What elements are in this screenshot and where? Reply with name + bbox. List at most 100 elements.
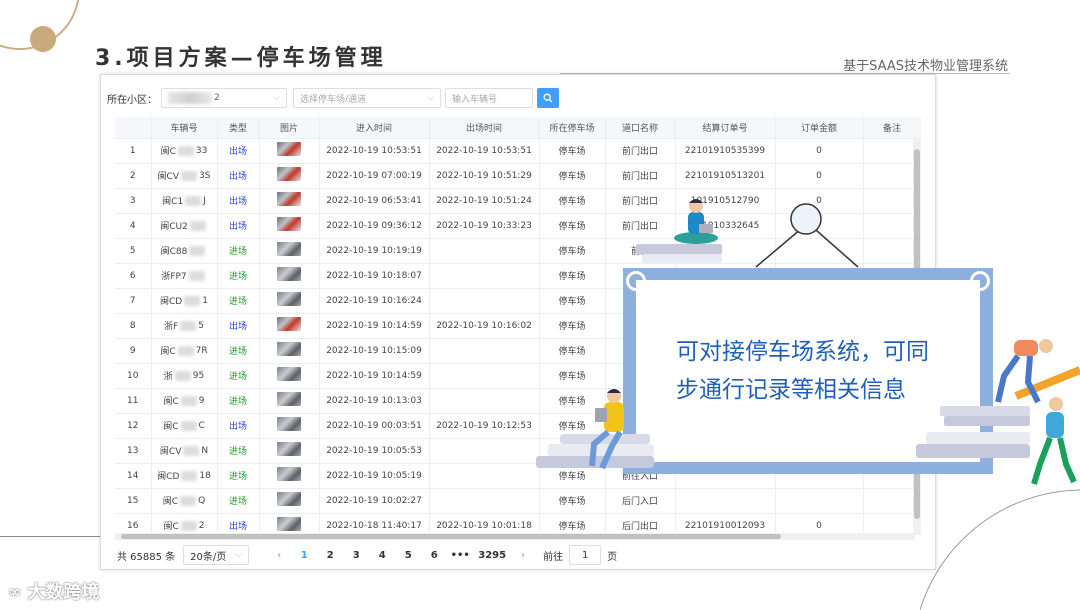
entry-time-cell: 2022-10-19 10:15:09 — [319, 338, 430, 364]
lot-cell: 停车场 — [539, 338, 606, 364]
plate-suffix: C — [198, 420, 205, 431]
page-number[interactable]: 5 — [395, 550, 421, 561]
pagination: 共 65885 条 20条/页 ⌵ ‹ 123456 ••• 3295 › 前往… — [117, 545, 617, 565]
page-last[interactable]: 3295 — [473, 550, 511, 561]
order-number-cell: 22101910513201 — [675, 163, 776, 189]
lot-cell: 停车场 — [539, 213, 606, 239]
vehicle-photo-thumbnail[interactable] — [277, 192, 301, 206]
slide-subtitle: 基于SAAS技术物业管理系统 — [843, 59, 1008, 74]
lot-cell: 停车场 — [539, 488, 606, 514]
page-size-select[interactable]: 20条/页 ⌵ — [183, 545, 250, 565]
chevron-down-icon: ⌵ — [427, 93, 434, 103]
entry-time-cell: 2022-10-19 10:18:07 — [319, 263, 430, 289]
plate-suffix: 1 — [202, 295, 208, 306]
table-row[interactable]: 15 闽C Q 进场 2022-10-19 10:02:27 停车场 后门入口 — [115, 488, 921, 514]
vehicle-photo-thumbnail[interactable] — [277, 367, 301, 381]
type-cell: 进场 — [217, 463, 260, 489]
lot-cell — [539, 438, 606, 464]
gate-cell: 前门出口 — [605, 188, 676, 214]
photo-cell — [259, 513, 320, 535]
plate-redacted — [184, 295, 201, 306]
row-number: 12 — [115, 413, 152, 439]
exit-time-cell: 2022-10-19 10:16:02 — [429, 313, 540, 339]
lot-cell: 停车场 — [539, 363, 606, 389]
lot-cell: 停车场 — [539, 138, 606, 164]
plate-prefix: 闽C — [160, 147, 176, 157]
page-ellipsis[interactable]: ••• — [447, 550, 473, 561]
type-cell: 进场 — [217, 438, 260, 464]
jump-page-input[interactable]: 1 — [569, 545, 602, 565]
photo-cell — [259, 238, 320, 264]
plate-suffix: Q — [198, 495, 206, 506]
entry-time-cell: 2022-10-19 10:53:51 — [319, 138, 430, 164]
vehicle-photo-thumbnail[interactable] — [277, 267, 301, 281]
table-row[interactable]: 1 闽C 33 出场 2022-10-19 10:53:51 2022-10-19 10:… — [115, 138, 921, 164]
vehicle-photo-thumbnail[interactable] — [277, 442, 301, 456]
row-number: 3 — [115, 188, 152, 214]
plate-cell: 闽C 2 — [151, 513, 218, 535]
vehicle-photo-thumbnail[interactable] — [277, 292, 301, 306]
plate-input[interactable]: 输入车辆号 — [445, 88, 533, 108]
lot-cell: 停车场 — [539, 238, 606, 264]
table-row[interactable]: 16 闽C 2 出场 2022-10-18 11:40:17 2022-10-19 10:… — [115, 513, 921, 535]
vehicle-photo-thumbnail[interactable] — [277, 467, 301, 481]
page-list: 123456 — [291, 550, 447, 561]
vehicle-photo-thumbnail[interactable] — [277, 417, 301, 431]
search-button[interactable] — [537, 88, 559, 108]
vehicle-photo-thumbnail[interactable] — [277, 392, 301, 406]
page-number[interactable]: 6 — [421, 550, 447, 561]
vehicle-photo-thumbnail[interactable] — [277, 242, 301, 256]
photo-cell — [259, 213, 320, 239]
vehicle-photo-thumbnail[interactable] — [277, 517, 301, 531]
column-header: 车辆号 — [151, 117, 218, 139]
photo-cell — [259, 463, 320, 489]
lot-cell: 停车场 — [539, 388, 606, 414]
lot-cell: 停车场 — [539, 313, 606, 339]
page-number[interactable]: 4 — [369, 550, 395, 561]
page-size-value: 20条/页 — [190, 551, 227, 563]
page-number[interactable]: 1 — [291, 550, 317, 561]
page-number[interactable]: 2 — [317, 550, 343, 561]
amount-cell — [775, 488, 864, 514]
column-header — [115, 117, 152, 139]
page-number[interactable]: 3 — [343, 550, 369, 561]
plate-suffix: N — [201, 445, 209, 456]
horizontal-scrollbar-thumb[interactable] — [121, 534, 781, 539]
vehicle-photo-thumbnail[interactable] — [277, 492, 301, 506]
row-number: 5 — [115, 238, 152, 264]
horizontal-scrollbar[interactable] — [115, 533, 915, 540]
vehicle-photo-thumbnail[interactable] — [277, 217, 301, 231]
next-page-button[interactable]: › — [511, 550, 535, 561]
jump-label: 前往 — [543, 551, 564, 563]
prev-page-button[interactable]: ‹ — [267, 550, 291, 561]
exit-time-cell — [429, 363, 540, 389]
plate-cell: 浙FP7 — [151, 263, 218, 289]
plate-redacted — [189, 245, 206, 256]
row-number: 6 — [115, 263, 152, 289]
callout-line-2: 步通行记录等相关信息 — [676, 377, 906, 403]
filter-bar: 所在小区： 2 ⌵ 选择停车场/通道 ⌵ 输入车辆号 — [107, 87, 559, 109]
vehicle-photo-thumbnail[interactable] — [277, 142, 301, 156]
plate-cell: 闽CD 1 — [151, 288, 218, 314]
vehicle-photo-thumbnail[interactable] — [277, 342, 301, 356]
lot-select[interactable]: 选择停车场/通道 ⌵ — [293, 88, 441, 108]
plate-suffix: 2 — [198, 520, 205, 531]
plate-suffix: 18 — [199, 470, 211, 481]
vehicle-photo-thumbnail[interactable] — [277, 317, 301, 331]
chevron-down-icon: ⌵ — [273, 93, 280, 103]
plate-prefix: 浙F — [164, 322, 179, 332]
plate-redacted — [188, 270, 205, 281]
plate-cell: 闽C 33 — [151, 138, 218, 164]
lot-cell: 停车场 — [539, 513, 606, 535]
pin-circle — [790, 203, 822, 235]
table-row[interactable]: 2 闽CV 3S 出场 2022-10-19 07:00:19 2022-10-19 10… — [115, 163, 921, 189]
plate-prefix: 闽CV — [157, 172, 179, 182]
plate-prefix: 闽CU2 — [160, 222, 188, 232]
plate-suffix: J — [203, 195, 206, 206]
entry-time-cell: 2022-10-19 10:13:03 — [319, 388, 430, 414]
vehicle-photo-thumbnail[interactable] — [277, 167, 301, 181]
exit-time-cell: 2022-10-19 10:51:29 — [429, 163, 540, 189]
plate-redacted — [180, 495, 197, 506]
column-header: 结算订单号 — [675, 117, 776, 139]
community-select[interactable]: 2 ⌵ — [161, 88, 287, 108]
